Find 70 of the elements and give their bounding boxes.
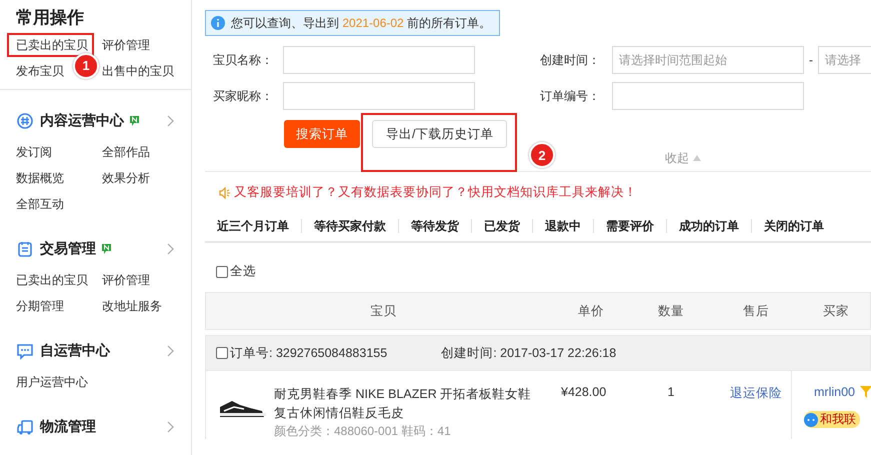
order-tab[interactable]: 退款中 [532,219,593,233]
sidebar-link[interactable]: 全部互动 [16,194,102,214]
group-icon [16,112,34,130]
checkbox[interactable] [216,347,228,359]
buyer-link[interactable]: mrlin00 [814,385,855,399]
sidebar-link[interactable]: 分期管理 [16,296,102,316]
export-button[interactable]: 导出/下载历史订单 [372,120,508,148]
speaker-icon [219,186,231,198]
order-tab[interactable]: 近三个月订单 [205,219,301,233]
order-tab[interactable]: 等待发货 [398,219,471,233]
sidebar-link[interactable]: 全部作品 [102,142,188,162]
group-title[interactable]: 交易管理 [40,240,96,258]
sidebar-link[interactable]: 已卖出的宝贝 [16,270,102,290]
column-header: 买家 [822,302,850,320]
group-icon [16,418,34,436]
quantity: 1 [666,384,676,401]
chevron-icon[interactable] [167,115,175,127]
column-header: 单价 [577,302,605,320]
chevron-icon[interactable] [167,421,175,433]
order-tab[interactable]: 成功的订单 [666,219,751,233]
contact-button[interactable]: 和我联 [804,411,860,428]
column-header: 宝贝 [370,302,398,320]
sidebar-link[interactable]: 评价管理 [102,270,188,290]
info-icon [211,16,225,30]
after-sale-link[interactable]: 退运保险 [730,386,782,400]
sidebar-link[interactable]: 改地址服务 [102,296,188,316]
sidebar-link[interactable]: 发订阅 [16,142,102,162]
unit-price: ¥428.00 [561,384,608,401]
group-title[interactable]: 物流管理 [40,418,96,436]
field-label: 创建时间： [540,52,601,68]
chevron-icon[interactable] [167,243,175,255]
chat-icon [804,412,818,426]
order-tab[interactable]: 需要评价 [593,219,666,233]
notice-text: 您可以查询、导出到 2021-06-02 前的所有订单。 [231,14,492,32]
field-label: 订单编号： [540,88,601,104]
input-field[interactable] [612,82,804,110]
sidebar-link[interactable]: 用户运营中心 [16,372,102,392]
funnel-icon [860,386,871,398]
order-tab[interactable]: 已发货 [471,219,532,233]
field-label: 宝贝名称： [213,52,274,68]
range-separator: - [808,53,814,67]
field-label: 买家昵称： [213,88,274,104]
product-title[interactable]: 耐克男鞋春季 NIKE BLAZER 开拓者板鞋女鞋复古休闲情侣鞋反毛皮 [274,385,544,423]
input-field[interactable] [283,82,475,110]
column-header: 数量 [657,302,685,320]
column-header: 售后 [742,302,770,320]
step-badge: 1 [73,53,99,79]
group-icon [16,240,34,258]
sidebar-title: 常用操作 [16,7,85,29]
sidebar-link[interactable]: 评价管理 [102,38,150,52]
promo-text[interactable]: 又客服要培训了？又有数据表要协同了？快用文档知识库工具来解决！ [234,184,637,201]
group-title[interactable]: 自运营中心 [40,342,110,360]
order-tab[interactable]: 等待买家付款 [301,219,398,233]
order-number: 订单号: 3292765084883155 [230,344,388,362]
sidebar-link[interactable]: 出售中的宝贝 [102,64,174,78]
sidebar-link[interactable]: 数据概览 [16,168,102,188]
order-time: 创建时间: 2017-03-17 22:26:18 [441,344,616,362]
step-badge: 2 [529,142,555,168]
sidebar-link[interactable]: 发布宝贝 [16,64,64,78]
chevron-icon[interactable] [167,345,175,357]
triangle-up-icon [693,155,701,161]
product-spec: 颜色分类：488060-001 鞋码：41 [274,423,452,439]
group-icon [16,342,34,360]
checkbox-label[interactable]: 全选 [230,263,256,280]
input-field[interactable] [283,46,475,74]
sidebar-link[interactable]: 效果分析 [102,168,188,188]
sidebar-link[interactable]: 已卖出的宝贝 [16,38,88,52]
checkbox[interactable] [216,266,228,278]
order-tab[interactable]: 关闭的订单 [751,219,836,233]
group-title[interactable]: 内容运营中心 [40,112,124,130]
